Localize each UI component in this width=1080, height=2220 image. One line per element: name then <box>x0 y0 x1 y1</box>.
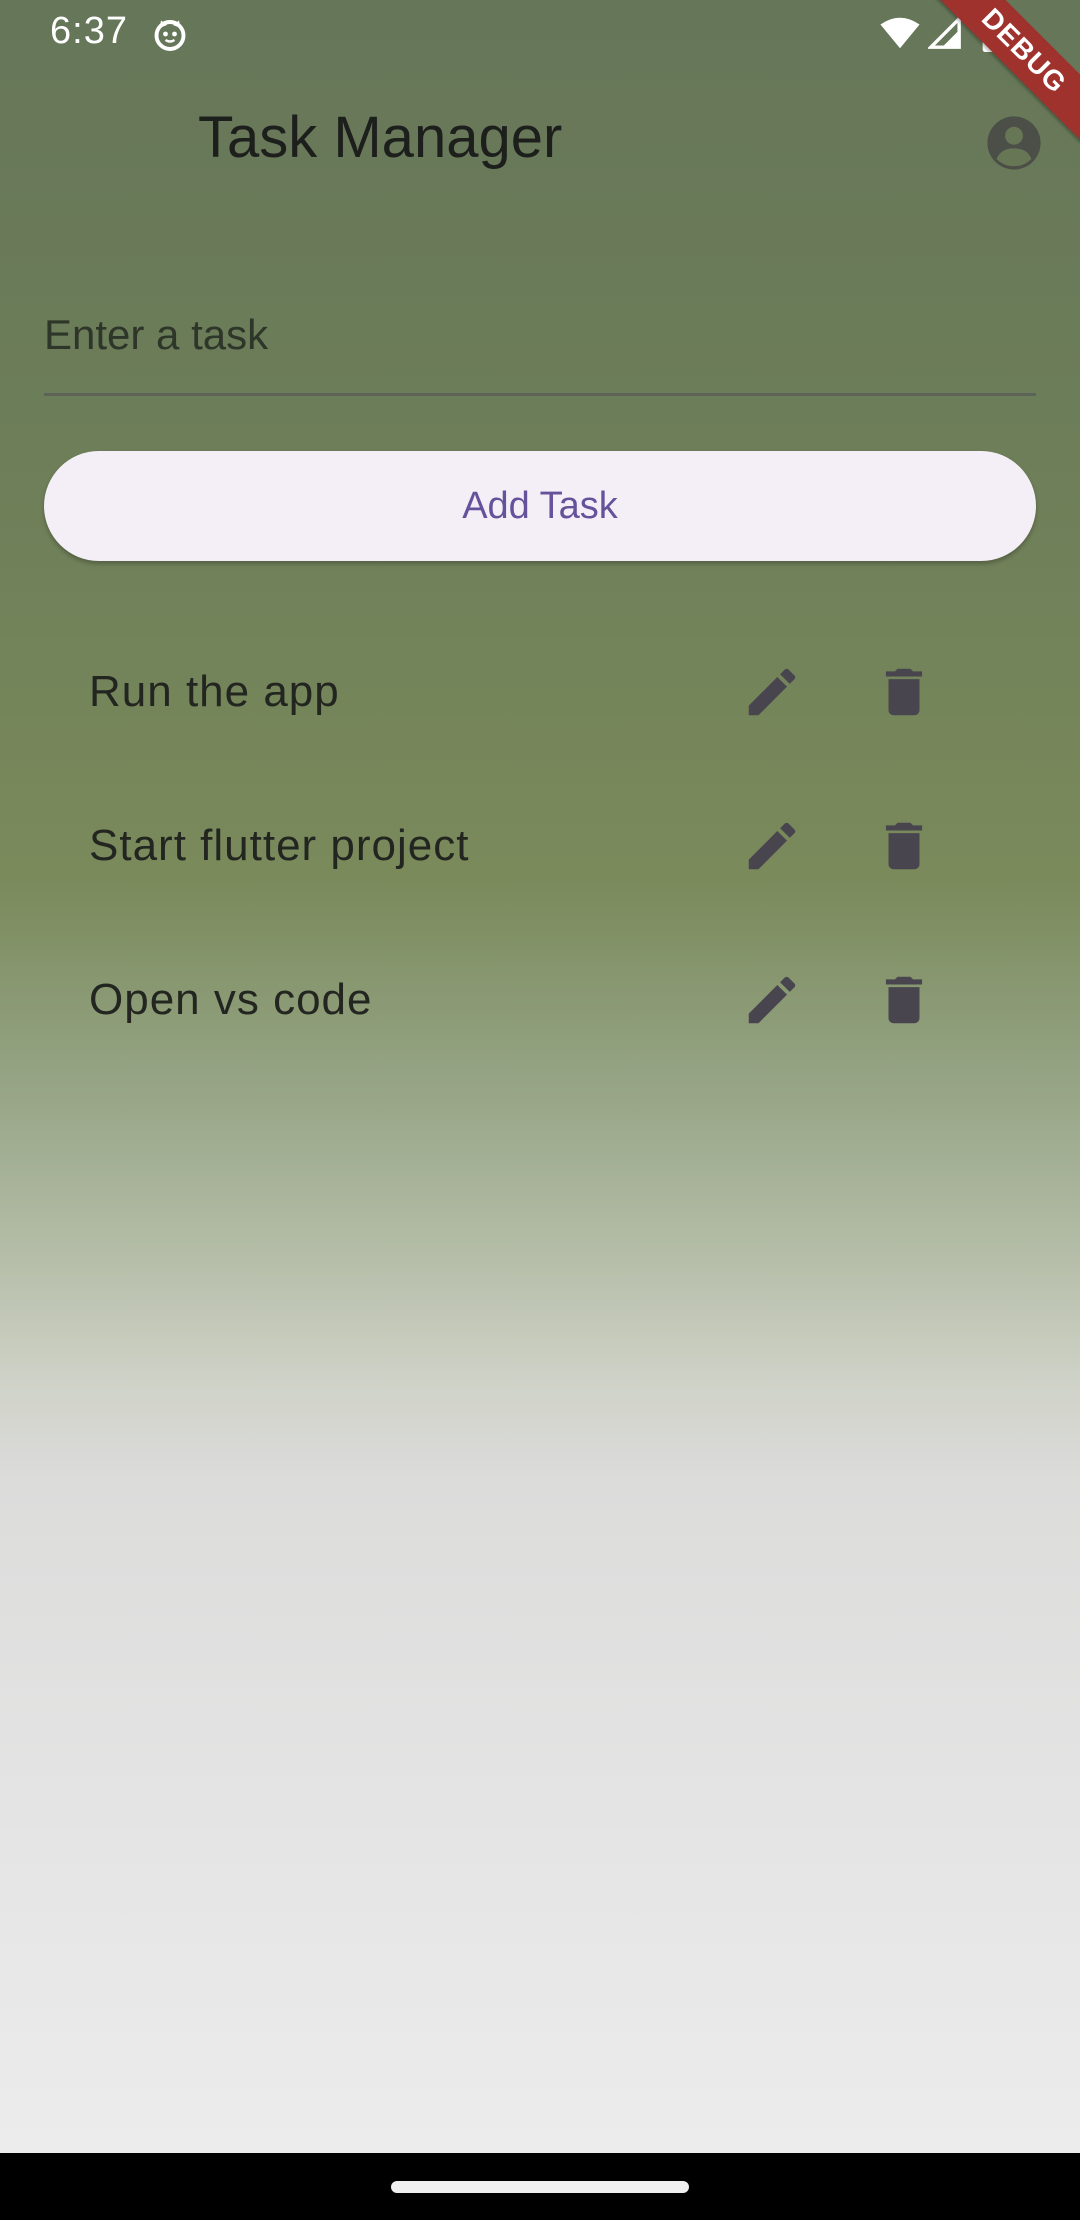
list-item: Open vs code <box>0 923 1080 1077</box>
task-label: Start flutter project <box>89 821 470 870</box>
status-time: 6:37 <box>50 10 128 52</box>
delete-button[interactable] <box>872 968 936 1032</box>
task-label: Open vs code <box>89 975 373 1024</box>
cat-notification-icon <box>154 20 186 51</box>
delete-button[interactable] <box>872 814 936 878</box>
trash-icon <box>885 822 923 870</box>
trash-icon <box>885 976 923 1024</box>
add-task-button[interactable]: Add Task <box>44 451 1036 561</box>
signal-icon <box>928 16 961 49</box>
task-input[interactable] <box>44 296 1036 396</box>
app-screen: 6:37 DEBUG Task Manager Add Task <box>0 0 1080 2153</box>
pencil-icon <box>748 668 796 716</box>
account-circle-icon <box>987 116 1041 170</box>
pencil-icon <box>748 976 796 1024</box>
trash-icon <box>885 668 923 716</box>
edit-button[interactable] <box>740 814 804 878</box>
edit-button[interactable] <box>740 660 804 724</box>
list-item: Run the app <box>0 615 1080 769</box>
delete-button[interactable] <box>872 660 936 724</box>
edit-button[interactable] <box>740 968 804 1032</box>
system-navigation-bar <box>0 2153 1080 2220</box>
task-list: Run the app Start flutter project Open v… <box>0 615 1080 1077</box>
page-title: Task Manager <box>198 105 563 170</box>
pencil-icon <box>748 822 796 870</box>
profile-button[interactable] <box>985 114 1043 172</box>
status-bar: 6:37 <box>0 0 1080 66</box>
task-label: Run the app <box>89 667 340 716</box>
list-item: Start flutter project <box>0 769 1080 923</box>
wifi-icon <box>880 17 920 49</box>
home-indicator[interactable] <box>391 2181 689 2193</box>
